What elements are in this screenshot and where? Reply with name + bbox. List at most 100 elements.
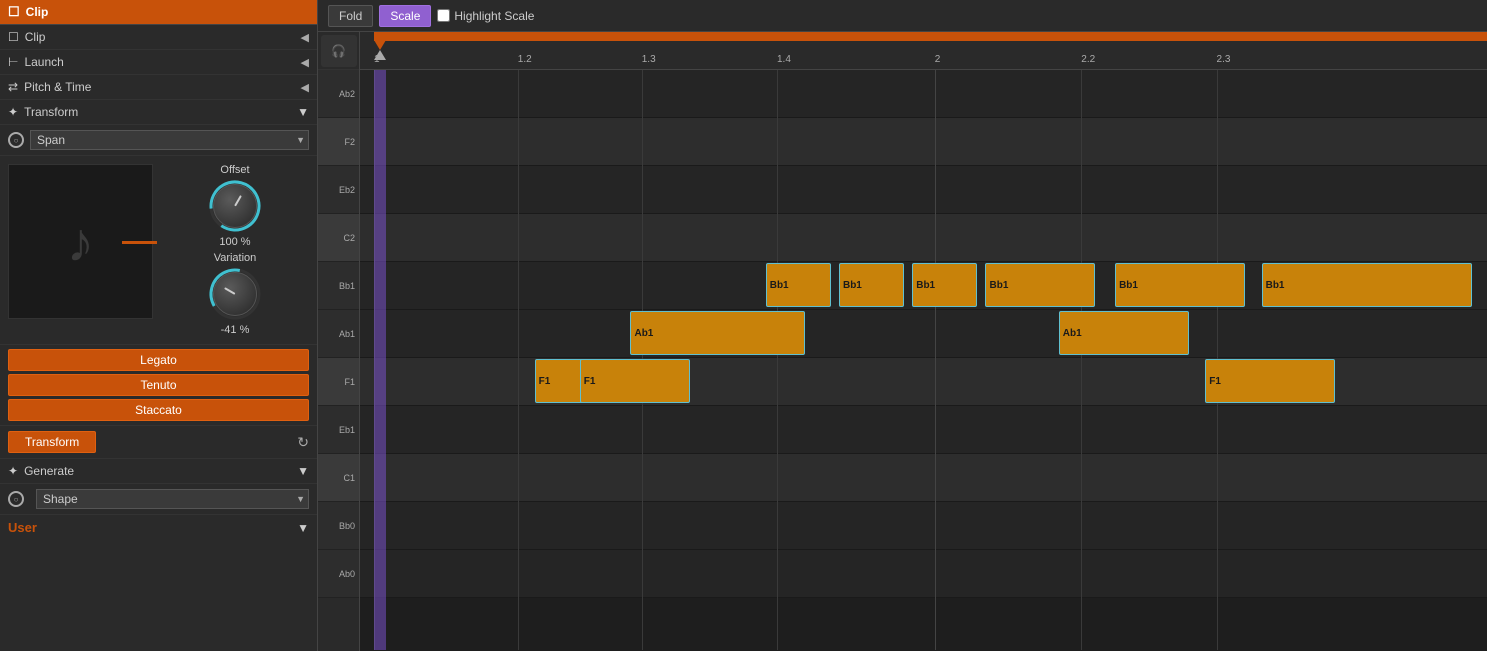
clip-main-header: ☐ Clip	[0, 0, 317, 25]
key-c1-label: C1	[343, 473, 355, 483]
generate-section[interactable]: ✦ Generate ▼	[0, 459, 317, 484]
button-area: Legato Tenuto Staccato	[0, 345, 317, 426]
note-bb1-1[interactable]: Bb1	[766, 263, 831, 307]
offset-indicator	[234, 195, 242, 206]
key-ab2[interactable]: Ab2	[318, 70, 359, 118]
key-c1[interactable]: C1	[318, 454, 359, 502]
transform-section-row[interactable]: ✦ Transform ▼	[0, 100, 317, 125]
tenuto-button[interactable]: Tenuto	[8, 374, 309, 396]
key-ab1-label: Ab1	[339, 329, 355, 339]
offset-knob[interactable]	[205, 176, 265, 236]
variation-knob-container: Variation -41 %	[205, 252, 265, 336]
pitch-time-row[interactable]: ⇄ Pitch & Time ◀	[0, 75, 317, 100]
headphones-icon[interactable]: 🎧	[321, 35, 357, 67]
key-eb2[interactable]: Eb2	[318, 166, 359, 214]
vline-2-2	[1081, 70, 1082, 650]
key-ab0[interactable]: Ab0	[318, 550, 359, 598]
generate-arrow: ▼	[297, 464, 309, 478]
generate-icon: ✦	[8, 464, 18, 478]
transform-section-label: Transform	[24, 105, 78, 119]
row-c2	[360, 214, 1487, 262]
vline-2	[935, 70, 936, 650]
launch-label: Launch	[24, 55, 63, 69]
launch-arrow: ◀	[301, 56, 309, 69]
generate-label: Generate	[24, 464, 74, 478]
staccato-button[interactable]: Staccato	[8, 399, 309, 421]
key-f1-label: F1	[344, 377, 355, 387]
note-grid: Bb1 Bb1 Bb1 Bb1 Bb1 Bb1 Ab1 Ab1 F1 F1 F1	[360, 70, 1487, 650]
variation-indicator	[224, 287, 235, 295]
row-eb1	[360, 406, 1487, 454]
offset-label: Offset	[220, 164, 249, 176]
key-f2[interactable]: F2	[318, 118, 359, 166]
variation-value: -41 %	[221, 324, 250, 336]
pitch-time-arrow: ◀	[301, 81, 309, 94]
variation-knob[interactable]	[205, 264, 265, 324]
piano-roll: 🎧 Ab2 F2 Eb2 C2 Bb1 Ab1 F1 Eb1 C1 Bb0 Ab…	[318, 32, 1487, 651]
key-bb0-label: Bb0	[339, 521, 355, 531]
clip-sub-label: Clip	[25, 30, 46, 44]
key-eb1[interactable]: Eb1	[318, 406, 359, 454]
key-bb1[interactable]: Bb1	[318, 262, 359, 310]
note-ab1-2[interactable]: Ab1	[1059, 311, 1189, 355]
key-ab2-label: Ab2	[339, 89, 355, 99]
user-arrow: ▼	[297, 521, 309, 535]
row-eb2	[360, 166, 1487, 214]
timeline-1-2: 1.2	[518, 54, 532, 65]
note-bb1-6[interactable]: Bb1	[1262, 263, 1472, 307]
offset-value: 100 %	[219, 236, 250, 248]
span-icon: ○	[8, 132, 24, 148]
key-f1[interactable]: F1	[318, 358, 359, 406]
key-eb1-label: Eb1	[339, 425, 355, 435]
span-select[interactable]: Span	[30, 130, 309, 150]
note-f1-2[interactable]: F1	[580, 359, 690, 403]
timeline-2-3: 2.3	[1217, 54, 1231, 65]
refresh-icon[interactable]: ↻	[297, 434, 309, 451]
row-ab0	[360, 550, 1487, 598]
note-f1-3[interactable]: F1	[1205, 359, 1335, 403]
row-c1	[360, 454, 1487, 502]
note-bb1-4[interactable]: Bb1	[985, 263, 1095, 307]
row-ab2	[360, 70, 1487, 118]
fold-button[interactable]: Fold	[328, 5, 373, 27]
note-ab1-1[interactable]: Ab1	[630, 311, 805, 355]
clip-main-label: Clip	[26, 5, 49, 19]
note-bb1-2[interactable]: Bb1	[839, 263, 904, 307]
note-bb1-5[interactable]: Bb1	[1115, 263, 1245, 307]
grid-area: 1 1.2 1.3 1.4 2 2.2 2.3	[360, 32, 1487, 651]
note-f1-1[interactable]: F1	[535, 359, 587, 403]
offset-knob-body	[213, 184, 257, 228]
highlight-scale-checkbox[interactable]	[437, 9, 450, 22]
highlight-scale-label[interactable]: Highlight Scale	[437, 9, 534, 23]
shape-select[interactable]: Shape	[36, 489, 309, 509]
note-underline	[122, 241, 157, 244]
span-select-wrap[interactable]: Span	[30, 130, 309, 150]
key-c2[interactable]: C2	[318, 214, 359, 262]
timeline-1-3: 1.3	[642, 54, 656, 65]
clip-sub-row[interactable]: ☐ Clip ◀	[0, 25, 317, 50]
note-bb1-3[interactable]: Bb1	[912, 263, 977, 307]
variation-label: Variation	[214, 252, 257, 264]
transform-row: Transform ↻	[0, 426, 317, 459]
key-bb0[interactable]: Bb0	[318, 502, 359, 550]
timeline-2-2: 2.2	[1081, 54, 1095, 65]
user-label: User	[8, 520, 37, 535]
timeline-1: 1	[374, 54, 380, 65]
note-icon: ♪	[67, 210, 95, 274]
key-f2-label: F2	[344, 137, 355, 147]
span-row[interactable]: ○ Span	[0, 125, 317, 156]
shape-select-wrap[interactable]: Shape	[36, 489, 309, 509]
right-panel: Fold Scale Highlight Scale 🎧 Ab2 F2 Eb2 …	[318, 0, 1487, 651]
clip-main-icon: ☐	[8, 4, 20, 20]
scale-button[interactable]: Scale	[379, 5, 431, 27]
note-box: ♪	[8, 164, 153, 319]
launch-icon: ⊢	[8, 55, 18, 69]
key-ab1[interactable]: Ab1	[318, 310, 359, 358]
offset-knob-container: Offset 100 %	[205, 164, 265, 248]
clip-sub-arrow: ◀	[301, 31, 309, 44]
legato-button[interactable]: Legato	[8, 349, 309, 371]
launch-row[interactable]: ⊢ Launch ◀	[0, 50, 317, 75]
shape-row[interactable]: ○ Shape	[0, 484, 317, 515]
transform-button[interactable]: Transform	[8, 431, 96, 453]
key-c2-label: C2	[343, 233, 355, 243]
